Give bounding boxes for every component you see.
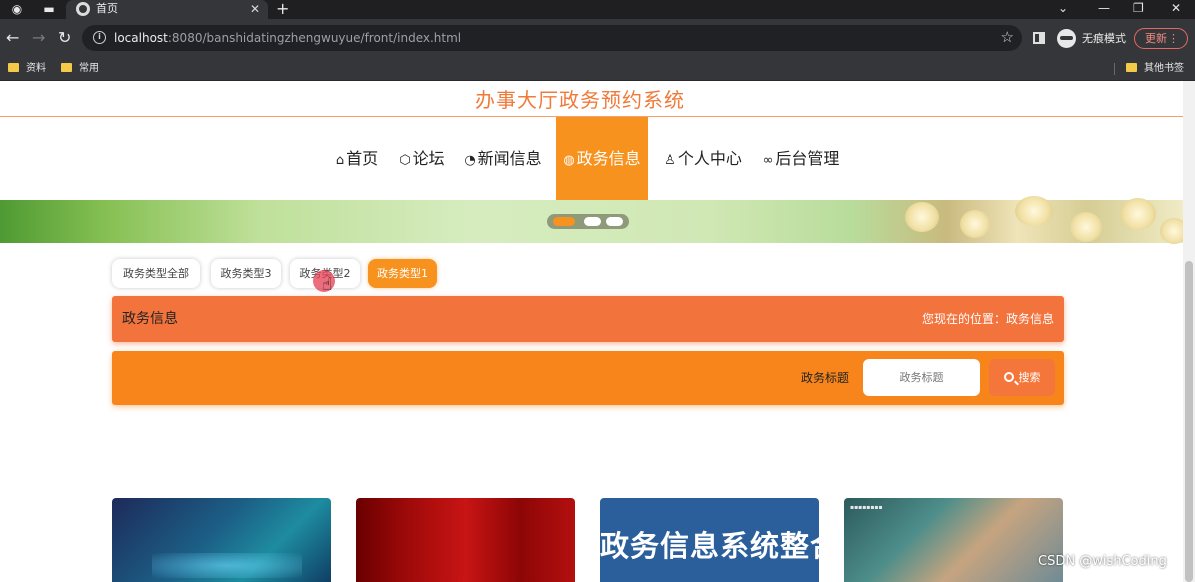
card-image: ▪▪▪▪▪▪▪▪ [850,504,883,511]
breadcrumb-location: 您现在的位置：政务信息 [921,312,1054,326]
address-bar[interactable]: i localhost:8080/banshidatingzhengwuyue/… [82,25,1022,51]
banner-image [1120,198,1156,230]
reload-icon[interactable]: ↻ [58,28,71,48]
filter-chip-type-3[interactable]: 政务类型3 [211,259,281,288]
folder-icon [1126,63,1137,72]
globe-icon: ◍ [563,153,575,168]
filter-chip-type-1[interactable]: 政务类型1 [368,259,437,288]
banner-image [905,202,939,232]
close-window-icon[interactable]: ✕ [1171,0,1181,16]
new-tab-icon[interactable]: + [276,0,289,18]
restore-icon[interactable]: ❐ [1133,0,1144,16]
url-text[interactable]: localhost:8080/banshidatingzhengwuyue/fr… [114,30,461,46]
cube-icon: ⬡ [399,153,411,168]
tab-search-icon[interactable]: ▬ [41,2,57,16]
folder-icon [8,63,19,72]
tab-strip: ◉ ▬ 首页 ✕ + ⌄ — ❐ ✕ [0,0,1195,19]
bookmark-folder[interactable]: 资料 [8,62,46,76]
tab-title: 首页 [96,2,118,15]
info-icon[interactable]: i [93,31,106,44]
search-label: 政务标题 [801,371,850,385]
nav-item-home[interactable]: ⌂ 首页 [331,117,383,200]
breadcrumb: 政务信息 您现在的位置：政务信息 [112,296,1064,342]
more-icon: ⋮ [1168,32,1179,45]
hand-cursor-icon: ☝ [322,275,333,295]
carousel-dot[interactable] [606,217,623,226]
nav-item-forum[interactable]: ⬡ 论坛 [396,117,448,200]
carousel-indicators [547,214,629,229]
update-button[interactable]: 更新 ⋮ [1134,28,1188,49]
link-icon: ∞ [762,153,774,168]
news-card[interactable] [112,498,331,582]
carousel-banner[interactable] [0,196,1183,244]
filter-chip-all[interactable]: 政务类型全部 [112,259,200,288]
bookmarks-bar: 资料 常用 其他书签 [0,57,1195,81]
scrollbar-thumb[interactable] [1185,261,1193,582]
news-card[interactable]: 政务信息系统整合共享 [600,498,819,582]
page-title: 政务信息 [122,311,178,327]
page-content: 办事大厅政务预约系统 ⌂ 首页 ⬡ 论坛 ◔ 新闻信息 ◍ 政务信息 ♙ 个人中心 ∞ 后台… [0,81,1183,582]
user-icon: ♙ [664,153,676,168]
banner-image [1160,218,1183,244]
incognito-icon [1057,29,1076,48]
globe-icon[interactable]: ◉ [9,2,25,16]
nav-item-news[interactable]: ◔ 新闻信息 [461,117,545,200]
site-title: 办事大厅政务预约系统 [475,88,685,112]
news-card[interactable]: ▪▪▪▪▪▪▪▪ [844,498,1063,582]
bookmarks-divider [1114,63,1115,75]
news-card[interactable] [356,498,575,582]
banner-image [1070,212,1102,242]
watermark: CSDN @wishCoding [1038,554,1167,569]
banner-image [960,210,990,238]
tab-favicon-icon [76,2,90,16]
carousel-dot[interactable] [584,217,601,226]
nav-item-admin[interactable]: ∞ 后台管理 [759,117,843,200]
browser-tab[interactable]: 首页 ✕ [66,0,268,19]
forward-icon[interactable]: → [32,28,45,48]
page-scrollbar[interactable] [1183,81,1195,582]
banner-image [1015,196,1053,226]
close-tab-icon[interactable]: ✕ [250,1,260,17]
search-icon [1003,372,1014,382]
dashboard-icon: ◔ [464,153,476,168]
carousel-dot[interactable] [553,217,575,226]
bookmark-folder[interactable]: 常用 [61,62,99,76]
folder-icon [61,63,72,72]
tab-dropdown-icon[interactable]: ⌄ [1058,0,1068,16]
incognito-label: 无痕模式 [1082,32,1126,45]
nav-item-personal-center[interactable]: ♙ 个人中心 [661,117,745,200]
bookmark-star-icon[interactable]: ☆ [1001,28,1014,46]
card-image [152,553,302,578]
side-panel-icon[interactable] [1033,32,1045,44]
home-icon: ⌂ [335,153,345,168]
card-image-text: 政务信息系统整合共享 [600,529,819,563]
nav-item-government-info[interactable]: ◍ 政务信息 [556,117,648,200]
search-input[interactable] [863,359,980,396]
search-bar: 政务标题 搜索 [112,351,1064,405]
back-icon[interactable]: ← [6,28,19,48]
other-bookmarks[interactable]: 其他书签 [1126,62,1184,76]
search-button[interactable]: 搜索 [989,359,1055,396]
toolbar: ← → ↻ i localhost:8080/banshidatingzheng… [0,19,1195,57]
minimize-icon[interactable]: — [1098,0,1110,16]
